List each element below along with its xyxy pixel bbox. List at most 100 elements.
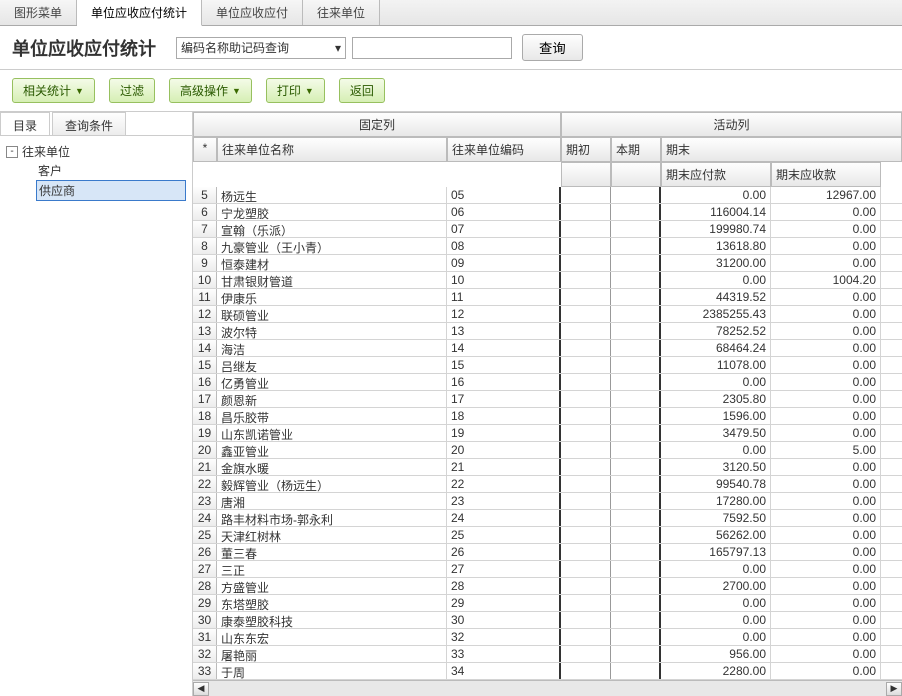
cell-name: 金旗水暖 bbox=[217, 459, 447, 475]
advanced-button[interactable]: 高级操作▼ bbox=[169, 78, 252, 103]
table-row[interactable]: 27三正270.000.00 bbox=[193, 561, 902, 578]
minus-icon[interactable]: - bbox=[6, 146, 18, 158]
cell-bq bbox=[611, 544, 661, 560]
header-mark[interactable]: * bbox=[193, 137, 217, 162]
cell-pay: 0.00 bbox=[661, 629, 771, 645]
header-name[interactable]: 往来单位名称 bbox=[217, 137, 447, 162]
table-row[interactable]: 29东塔塑胶290.000.00 bbox=[193, 595, 902, 612]
table-row[interactable]: 13波尔特1378252.520.00 bbox=[193, 323, 902, 340]
table-row[interactable]: 9恒泰建材0931200.000.00 bbox=[193, 255, 902, 272]
table-row[interactable]: 32屠艳丽33956.000.00 bbox=[193, 646, 902, 663]
cell-recv: 12967.00 bbox=[771, 187, 881, 203]
table-row[interactable]: 6宁龙塑胶06116004.140.00 bbox=[193, 204, 902, 221]
scroll-left-button[interactable]: ◀ bbox=[193, 682, 209, 696]
tab-company[interactable]: 往来单位 bbox=[303, 0, 380, 25]
row-number: 24 bbox=[193, 510, 217, 526]
table-row[interactable]: 21金旗水暖213120.500.00 bbox=[193, 459, 902, 476]
header-recv[interactable]: 期末应收款 bbox=[771, 162, 881, 187]
cell-pay: 116004.14 bbox=[661, 204, 771, 220]
table-row[interactable]: 25天津红树林2556262.000.00 bbox=[193, 527, 902, 544]
table-row[interactable]: 10甘肃银财管道100.001004.20 bbox=[193, 272, 902, 289]
print-button[interactable]: 打印▼ bbox=[266, 78, 325, 103]
cell-qc bbox=[561, 493, 611, 509]
table-row[interactable]: 20鑫亚管业200.005.00 bbox=[193, 442, 902, 459]
cell-bq bbox=[611, 255, 661, 271]
cell-pay: 13618.80 bbox=[661, 238, 771, 254]
tab-query-condition[interactable]: 查询条件 bbox=[52, 112, 126, 135]
table-row[interactable]: 19山东凯诺管业193479.500.00 bbox=[193, 425, 902, 442]
table-row[interactable]: 8九豪管业（王小青）0813618.800.00 bbox=[193, 238, 902, 255]
cell-qc bbox=[561, 629, 611, 645]
cell-code: 29 bbox=[447, 595, 561, 611]
cell-code: 12 bbox=[447, 306, 561, 322]
cell-recv: 0.00 bbox=[771, 391, 881, 407]
table-row[interactable]: 18昌乐胶带181596.000.00 bbox=[193, 408, 902, 425]
cell-bq bbox=[611, 527, 661, 543]
header-bq[interactable]: 本期 bbox=[611, 137, 661, 162]
header-code[interactable]: 往来单位编码 bbox=[447, 137, 561, 162]
cell-code: 15 bbox=[447, 357, 561, 373]
cell-recv: 0.00 bbox=[771, 374, 881, 390]
cell-recv: 0.00 bbox=[771, 544, 881, 560]
table-row[interactable]: 31山东东宏320.000.00 bbox=[193, 629, 902, 646]
tree-root[interactable]: - 往来单位 bbox=[6, 142, 186, 161]
cell-bq bbox=[611, 510, 661, 526]
row-number: 28 bbox=[193, 578, 217, 594]
cell-bq bbox=[611, 187, 661, 203]
header-qm[interactable]: 期末 bbox=[661, 137, 902, 162]
grid-header: 固定列 * 往来单位名称 往来单位编码 活动列 期初 本期 期末 期末应付款 bbox=[193, 112, 902, 187]
cell-recv: 0.00 bbox=[771, 663, 881, 679]
back-button[interactable]: 返回 bbox=[339, 78, 385, 103]
cell-recv: 0.00 bbox=[771, 306, 881, 322]
table-row[interactable]: 11伊康乐1144319.520.00 bbox=[193, 289, 902, 306]
filter-button[interactable]: 过滤 bbox=[109, 78, 155, 103]
table-row[interactable]: 24路丰材料市场-郭永利247592.500.00 bbox=[193, 510, 902, 527]
search-type-select[interactable]: 编码名称助记码查询 ▾ bbox=[176, 37, 346, 59]
tab-ap[interactable]: 单位应收应付 bbox=[202, 0, 303, 25]
row-number: 7 bbox=[193, 221, 217, 237]
row-number: 14 bbox=[193, 340, 217, 356]
table-row[interactable]: 30康泰塑胶科技300.000.00 bbox=[193, 612, 902, 629]
title-bar: 单位应收应付统计 编码名称助记码查询 ▾ 查询 bbox=[0, 26, 902, 70]
table-row[interactable]: 33于周342280.000.00 bbox=[193, 663, 902, 680]
cell-bq bbox=[611, 306, 661, 322]
table-row[interactable]: 22毅辉管业（杨远生）2299540.780.00 bbox=[193, 476, 902, 493]
tree-item-supplier[interactable]: 供应商 bbox=[36, 180, 186, 201]
cell-pay: 56262.00 bbox=[661, 527, 771, 543]
cell-qc bbox=[561, 425, 611, 441]
table-row[interactable]: 14海洁1468464.240.00 bbox=[193, 340, 902, 357]
row-number: 11 bbox=[193, 289, 217, 305]
table-row[interactable]: 15吕继友1511078.000.00 bbox=[193, 357, 902, 374]
cell-qc bbox=[561, 340, 611, 356]
header-qc[interactable]: 期初 bbox=[561, 137, 611, 162]
cell-pay: 78252.52 bbox=[661, 323, 771, 339]
search-button[interactable]: 查询 bbox=[522, 34, 583, 61]
grid: 固定列 * 往来单位名称 往来单位编码 活动列 期初 本期 期末 期末应付款 bbox=[193, 112, 902, 696]
related-stats-button[interactable]: 相关统计▼ bbox=[12, 78, 95, 103]
cell-qc bbox=[561, 289, 611, 305]
cell-bq bbox=[611, 663, 661, 679]
search-input[interactable] bbox=[352, 37, 512, 59]
cell-bq bbox=[611, 289, 661, 305]
cell-name: 康泰塑胶科技 bbox=[217, 612, 447, 628]
tree-item-customer[interactable]: 客户 bbox=[36, 161, 186, 180]
row-number: 22 bbox=[193, 476, 217, 492]
table-row[interactable]: 7宣翰（乐派）07199980.740.00 bbox=[193, 221, 902, 238]
cell-qc bbox=[561, 663, 611, 679]
table-row[interactable]: 12联硕管业122385255.430.00 bbox=[193, 306, 902, 323]
tab-graphic-menu[interactable]: 图形菜单 bbox=[0, 0, 77, 25]
scroll-right-button[interactable]: ▶ bbox=[886, 682, 902, 696]
table-row[interactable]: 26董三春26165797.130.00 bbox=[193, 544, 902, 561]
horizontal-scrollbar[interactable]: ◀ ▶ bbox=[193, 680, 902, 696]
scroll-track[interactable] bbox=[209, 682, 886, 696]
row-number: 33 bbox=[193, 663, 217, 679]
table-row[interactable]: 17颜恩新172305.800.00 bbox=[193, 391, 902, 408]
table-row[interactable]: 5杨远生050.0012967.00 bbox=[193, 187, 902, 204]
table-row[interactable]: 23唐湘2317280.000.00 bbox=[193, 493, 902, 510]
table-row[interactable]: 16亿勇管业160.000.00 bbox=[193, 374, 902, 391]
table-row[interactable]: 28方盛管业282700.000.00 bbox=[193, 578, 902, 595]
search-type-label: 编码名称助记码查询 bbox=[181, 39, 289, 56]
header-pay[interactable]: 期末应付款 bbox=[661, 162, 771, 187]
tab-stats[interactable]: 单位应收应付统计 bbox=[77, 0, 202, 26]
tab-catalog[interactable]: 目录 bbox=[0, 112, 50, 135]
